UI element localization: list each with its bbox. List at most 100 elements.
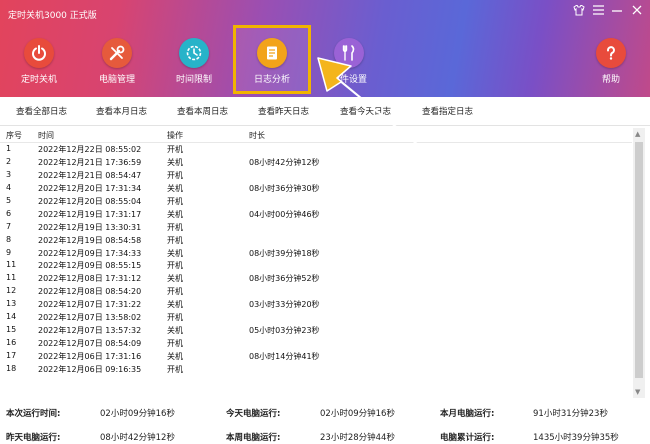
table-row[interactable]: 16 2022年12月07日 08:54:09 开机 [0,338,632,351]
cell-action: 关机 [167,352,183,361]
cell-index: 11 [6,273,17,283]
table-row[interactable]: 2 2022年12月21日 17:36:59 关机 08小时42分钟12秒 [0,157,632,170]
scroll-down-icon[interactable]: ▼ [635,388,640,396]
minimize-icon[interactable] [610,5,624,19]
cell-time: 2022年12月08日 17:31:12 [38,274,142,284]
column-header-index[interactable]: 序号 [6,130,22,141]
cell-index: 11 [6,260,17,270]
column-header-action[interactable]: 操作 [167,130,183,141]
view-week-logs-button[interactable]: 查看本周日志 [177,105,228,117]
tool-log-analysis[interactable]: 日志分析 [241,38,303,90]
table-scrollbar[interactable]: ▲ ▼ [633,128,645,398]
cell-time: 2022年12月21日 17:36:59 [38,157,142,167]
view-specified-logs-button[interactable]: 查看指定日志 [422,105,473,117]
cell-duration: 08小时36分钟52秒 [249,274,320,284]
summary-value: 02小时09分钟16秒 [320,409,395,419]
cell-action: 关机 [167,157,183,167]
cell-index: 16 [6,338,17,348]
view-yesterday-logs-button[interactable]: 查看昨天日志 [258,105,309,117]
table-row[interactable]: 13 2022年12月07日 17:31:22 关机 03小时33分钟20秒 [0,299,632,312]
view-all-logs-button[interactable]: 查看全部日志 [16,105,67,117]
column-header-time[interactable]: 时间 [38,130,54,141]
log-toolbar: 查看全部日志 查看本月日志 查看本周日志 查看昨天日志 查看今天日志 查看指定日… [0,97,650,126]
summary-value: 1435小时39分钟35秒 [533,433,619,443]
cell-time: 2022年12月20日 08:55:04 [38,196,142,206]
cell-action: 关机 [167,248,183,258]
table-row[interactable]: 6 2022年12月19日 17:31:17 关机 04小时00分钟46秒 [0,209,632,222]
cell-index: 14 [6,312,17,322]
cell-action: 开机 [167,235,183,245]
cell-duration: 08小时36分钟30秒 [249,183,320,193]
settings-fork-icon [334,38,364,68]
cell-index: 12 [6,286,17,296]
cell-time: 2022年12月09日 17:34:33 [38,248,142,258]
table-row[interactable]: 5 2022年12月20日 08:55:04 开机 [0,196,632,209]
cell-action: 关机 [167,209,183,219]
cell-index: 9 [6,247,12,257]
close-icon[interactable] [630,5,644,19]
table-row[interactable]: 3 2022年12月21日 08:54:47 开机 [0,170,632,183]
tool-software-settings[interactable]: 软件设置 [318,38,380,90]
cell-time: 2022年12月22日 08:55:02 [38,145,142,154]
table-body: 1 2022年12月22日 08:55:02 开机 2 2022年12月21日 17:3… [0,144,632,377]
tool-label: 帮助 [601,75,620,85]
tool-label: 时间限制 [175,75,212,85]
cell-duration: 05小时03分钟23秒 [249,326,320,336]
cell-index: 7 [6,221,12,231]
scroll-thumb[interactable] [635,142,643,378]
cell-action: 开机 [167,222,183,232]
cell-duration: 08小时39分钟18秒 [249,248,320,258]
column-header-duration[interactable]: 时长 [249,130,265,141]
cell-action: 关机 [167,300,183,310]
summary-label: 本次运行时间: [6,409,61,419]
tool-shutdown[interactable]: 定时关机 [8,38,70,90]
table-row[interactable]: 11 2022年12月08日 17:31:12 关机 08小时36分钟52秒 [0,273,632,286]
cell-action: 开机 [167,339,183,349]
cell-index: 17 [6,351,17,360]
cell-time: 2022年12月08日 08:54:20 [38,287,142,297]
summary-value: 91小时31分钟23秒 [533,409,608,419]
table-row[interactable]: 4 2022年12月20日 17:31:34 关机 08小时36分钟30秒 [0,183,632,196]
table-row[interactable]: 14 2022年12月07日 13:58:02 开机 [0,312,632,325]
skin-icon[interactable] [572,4,586,19]
cell-time: 2022年12月06日 17:31:16 [38,352,142,361]
cell-action: 开机 [167,287,183,297]
table-row[interactable]: 18 2022年12月06日 09:16:35 开机 [0,364,632,377]
tool-help[interactable]: 帮助 [580,38,642,90]
view-today-logs-button[interactable]: 查看今天日志 [340,105,391,117]
tool-time-limit[interactable]: 时间限制 [163,38,225,90]
table-row[interactable]: 9 2022年12月09日 17:34:33 关机 08小时39分钟18秒 [0,248,632,261]
cell-duration: 08小时14分钟41秒 [249,352,320,361]
cell-index: 3 [6,169,12,179]
header-banner: 定时关机3000 正式版 定时关机 电脑管理 时间限制 日志分析 软件设置 帮助 [0,0,650,97]
table-row[interactable]: 1 2022年12月22日 08:55:02 开机 [0,144,632,157]
cell-index: 4 [6,182,12,192]
cell-time: 2022年12月19日 13:30:31 [38,222,142,232]
cell-time: 2022年12月07日 13:58:02 [38,313,142,323]
table-row[interactable]: 11 2022年12月09日 08:55:15 开机 [0,260,632,273]
scroll-up-icon[interactable]: ▲ [635,130,640,138]
summary-value: 02小时09分钟16秒 [100,409,175,419]
summary-label: 本月电脑运行: [440,409,495,419]
table-row[interactable]: 17 2022年12月06日 17:31:16 关机 08小时14分钟41秒 [0,351,632,364]
tool-label: 日志分析 [253,75,290,85]
cell-action: 开机 [167,196,183,206]
table-row[interactable]: 7 2022年12月19日 13:30:31 开机 [0,222,632,235]
cell-action: 开机 [167,313,183,323]
menu-icon[interactable] [591,5,605,19]
cell-action: 开机 [167,261,183,271]
table-row[interactable]: 12 2022年12月08日 08:54:20 开机 [0,286,632,299]
window-title: 定时关机3000 正式版 [8,11,97,21]
cell-duration: 04小时00分钟46秒 [249,209,320,219]
table-row[interactable]: 15 2022年12月07日 13:57:32 关机 05小时03分钟23秒 [0,325,632,338]
table-header: 序号 时间 操作 时长 [0,128,632,143]
help-icon [596,38,626,68]
tool-computer-manage[interactable]: 电脑管理 [86,38,148,90]
timer-icon [179,38,209,68]
cell-index: 2 [6,156,12,166]
cell-action: 开机 [167,170,183,180]
table-row[interactable]: 8 2022年12月19日 08:54:58 开机 [0,235,632,248]
view-month-logs-button[interactable]: 查看本月日志 [96,105,147,117]
cell-time: 2022年12月06日 09:16:35 [38,364,142,374]
cell-time: 2022年12月19日 08:54:58 [38,235,142,245]
